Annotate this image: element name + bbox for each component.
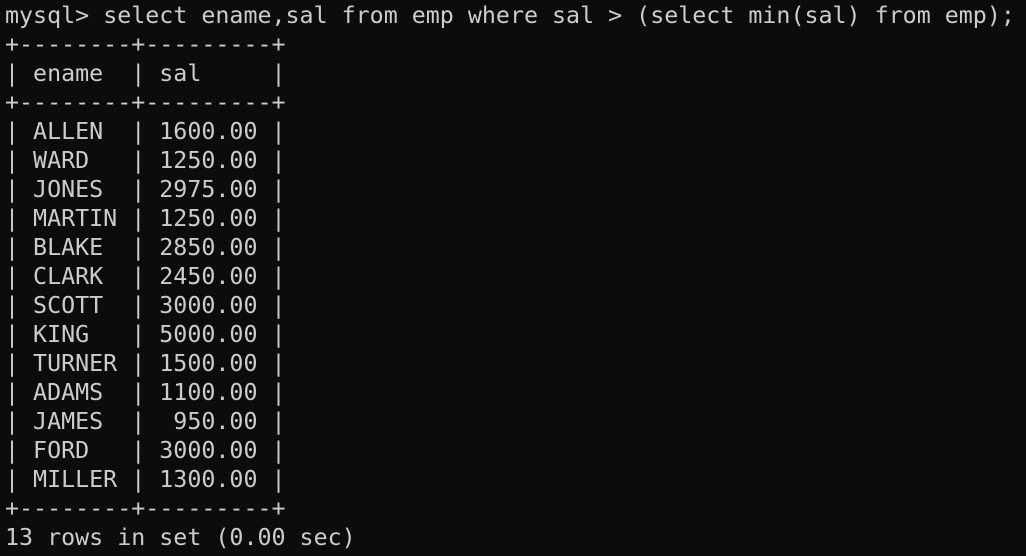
table-row: | JAMES | 950.00 |	[5, 408, 286, 435]
table-row: | WARD | 1250.00 |	[5, 147, 286, 174]
result-rows: | ALLEN | 1600.00 | | WARD | 1250.00 | |…	[5, 117, 1025, 494]
mysql-prompt: mysql>	[5, 2, 104, 29]
command-line: mysql> select ename,sal from emp where s…	[5, 1, 1025, 30]
table-row: | ADAMS | 1100.00 |	[5, 379, 286, 406]
table-row: | MARTIN | 1250.00 |	[5, 205, 286, 232]
table-row: | CLARK | 2450.00 |	[5, 263, 286, 290]
table-border-bottom: +--------+---------+	[5, 495, 286, 522]
terminal-window[interactable]: mysql> select ename,sal from emp where s…	[5, 1, 1025, 555]
table-row: | FORD | 3000.00 |	[5, 437, 286, 464]
table-row: | SCOTT | 3000.00 |	[5, 292, 286, 319]
table-header-row: | ename | sal |	[5, 60, 286, 87]
sql-query: select ename,sal from emp where sal > (s…	[103, 2, 1015, 29]
table-border-header: +--------+---------+	[5, 89, 286, 116]
table-row: | JONES | 2975.00 |	[5, 176, 286, 203]
table-row: | ALLEN | 1600.00 |	[5, 118, 286, 145]
table-row: | MILLER | 1300.00 |	[5, 466, 286, 493]
table-row: | TURNER | 1500.00 |	[5, 350, 286, 377]
table-row: | KING | 5000.00 |	[5, 321, 286, 348]
table-border-top: +--------+---------+	[5, 31, 286, 58]
table-row: | BLAKE | 2850.00 |	[5, 234, 286, 261]
result-summary: 13 rows in set (0.00 sec)	[5, 524, 356, 551]
